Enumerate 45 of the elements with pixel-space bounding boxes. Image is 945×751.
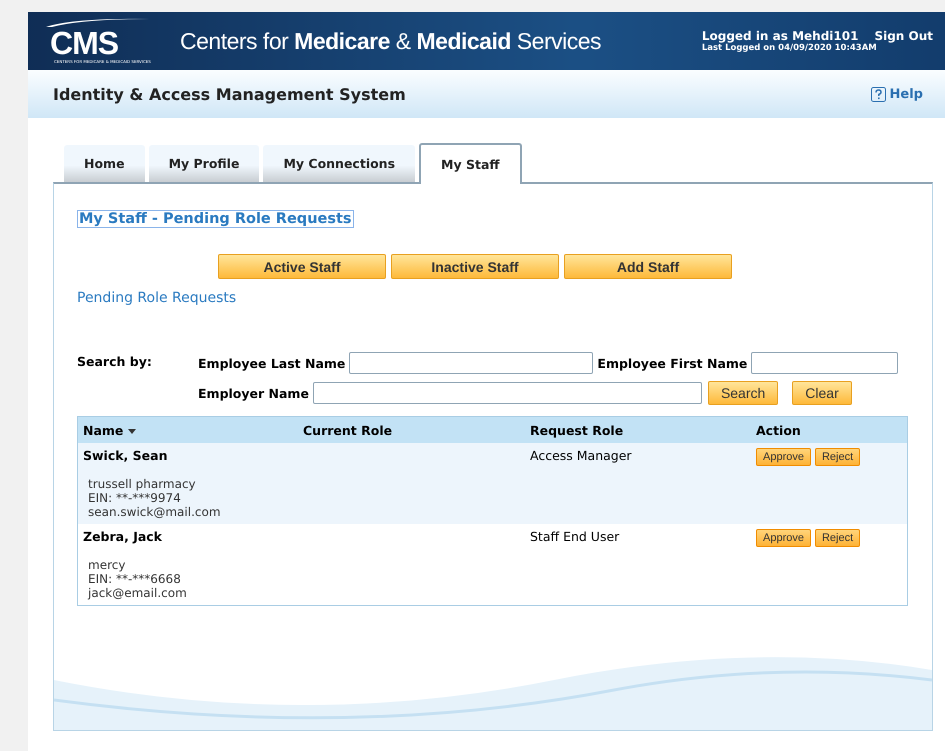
field-label: Employee First Name [597, 356, 748, 370]
staff-name: Zebra, Jack [83, 529, 163, 544]
staff-detail: EIN: **-***6668 [88, 572, 182, 586]
search-by-label: Search by: [77, 353, 153, 371]
staff-detail: trussell pharmacy [88, 477, 197, 491]
page-title: My Staff - Pending Role Requests [77, 210, 354, 228]
tab[interactable]: My Connections [263, 145, 416, 182]
staff-detail: sean.swick@mail.com [88, 505, 222, 519]
staff-detail: jack@email.com [88, 586, 188, 600]
column-header: Current Role [303, 422, 394, 438]
column-header: Action [756, 422, 802, 438]
app-title: Identity & Access Management System [53, 84, 406, 104]
tab[interactable]: Home [64, 145, 145, 182]
tab[interactable]: My Staff [419, 143, 522, 184]
request-role: Access Manager [530, 448, 633, 465]
staff-name: Swick, Sean [83, 448, 168, 463]
last-name-field[interactable] [349, 352, 594, 374]
sign-out-link[interactable]: Sign Out [874, 29, 933, 43]
agency-name: Centers for Medicare & Medicaid Services [180, 28, 602, 54]
column-header[interactable]: Name [78, 422, 303, 438]
field-label: Employee Last Name [198, 356, 346, 370]
sort-down-icon [128, 428, 136, 434]
staff-detail: EIN: **-***9974 [88, 491, 182, 505]
clear-button[interactable]: Clear [792, 381, 852, 405]
staff-filter-button[interactable]: Active Staff [218, 254, 386, 279]
section-label: Pending Role Requests [77, 290, 238, 306]
employer-name-field[interactable] [312, 382, 702, 404]
field-label: Employer Name [198, 386, 309, 400]
logo-text: CMS [50, 28, 118, 58]
action-button[interactable]: Approve [756, 448, 811, 466]
column-header: Request Role [530, 422, 624, 438]
search-button[interactable]: Search [708, 381, 778, 405]
help-link[interactable]: Help [870, 86, 923, 102]
help-icon [870, 86, 886, 102]
action-button[interactable]: Reject [814, 529, 860, 547]
staff-filter-button[interactable]: Inactive Staff [391, 254, 559, 279]
first-name-field[interactable] [751, 352, 898, 374]
tab[interactable]: My Profile [148, 145, 260, 182]
last-logged-text: Last Logged on 04/09/2020 10:43AM [702, 43, 878, 53]
request-role: Staff End User [530, 529, 620, 546]
staff-filter-button[interactable]: Add Staff [564, 254, 732, 279]
action-button[interactable]: Reject [814, 448, 860, 466]
staff-detail: mercy [88, 558, 126, 572]
user-status: Logged in as Mehdi101 [702, 29, 858, 43]
action-button[interactable]: Approve [756, 529, 811, 547]
